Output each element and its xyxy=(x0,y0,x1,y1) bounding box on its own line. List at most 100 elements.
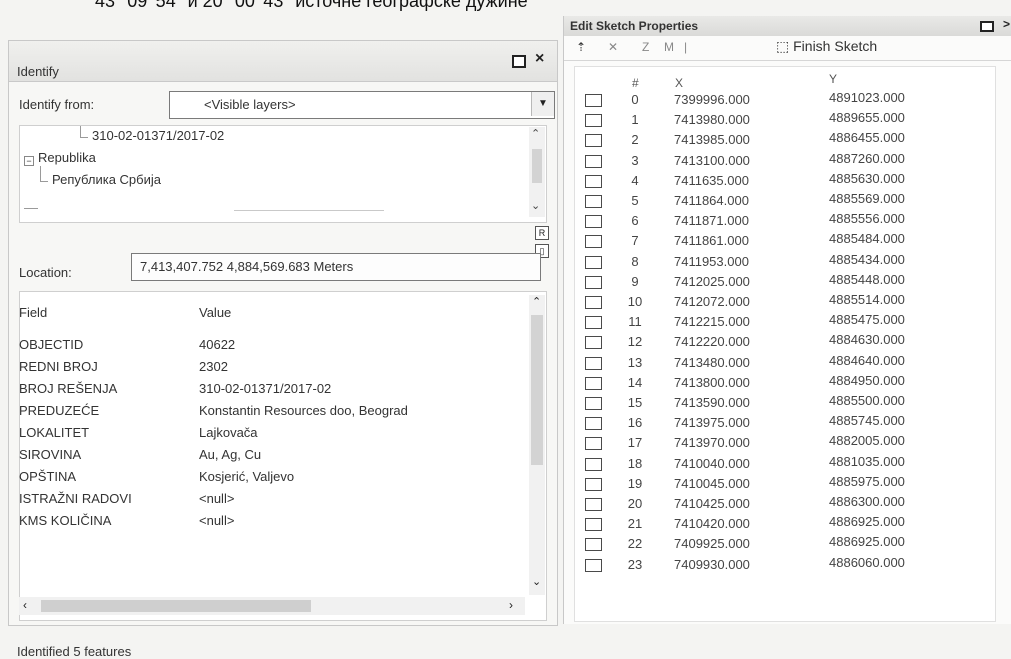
vertex-checkbox[interactable] xyxy=(585,195,602,208)
vertex-y[interactable]: 4886455.000 xyxy=(829,130,905,145)
scroll-right-icon[interactable]: › xyxy=(509,598,513,612)
vertex-y[interactable]: 4885556.000 xyxy=(829,211,905,226)
vertex-checkbox[interactable] xyxy=(585,397,602,410)
tree-item-republic-serbia[interactable]: Република Србија xyxy=(52,172,161,187)
scroll-left-icon[interactable]: ‹ xyxy=(23,598,27,612)
vertex-checkbox[interactable] xyxy=(585,478,602,491)
vertex-y[interactable]: 4886300.000 xyxy=(829,494,905,509)
vertex-y[interactable]: 4885484.000 xyxy=(829,231,905,246)
attribute-field[interactable]: OBJECTID xyxy=(19,337,83,352)
tree-item-permit[interactable]: 310-02-01371/2017-02 xyxy=(92,128,224,143)
attribute-value[interactable]: Au, Ag, Cu xyxy=(199,447,261,462)
vertex-checkbox[interactable] xyxy=(585,417,602,430)
vertex-y[interactable]: 4881035.000 xyxy=(829,454,905,469)
vertex-x[interactable]: 7411864.000 xyxy=(674,193,749,208)
vertex-checkbox[interactable] xyxy=(585,114,602,127)
vertex-y[interactable]: 4884640.000 xyxy=(829,353,905,368)
vertex-y[interactable]: 4882005.000 xyxy=(829,433,905,448)
vertex-x[interactable]: 7413975.000 xyxy=(674,415,750,430)
scroll-up-icon[interactable]: ⌃ xyxy=(532,295,541,308)
tree-scroll-thumb[interactable] xyxy=(532,149,542,183)
layer-icon[interactable]: R xyxy=(535,226,549,240)
attribute-value[interactable]: Lajkovača xyxy=(199,425,258,440)
vertex-x[interactable]: 7410420.000 xyxy=(674,516,750,531)
vertex-x[interactable]: 7413800.000 xyxy=(674,375,750,390)
tree-item-republika[interactable]: Republika xyxy=(38,150,96,165)
vertex-y[interactable]: 4885448.000 xyxy=(829,272,905,287)
vertex-x[interactable]: 7412025.000 xyxy=(674,274,750,289)
vertex-x[interactable]: 7411635.000 xyxy=(674,173,749,188)
attributes-vertical-scrollbar[interactable]: ⌃ ⌄ xyxy=(529,295,545,595)
vertex-y[interactable]: 4885514.000 xyxy=(829,292,905,307)
vertex-y[interactable]: 4884630.000 xyxy=(829,332,905,347)
vertex-checkbox[interactable] xyxy=(585,215,602,228)
attribute-field[interactable]: OPŠTINA xyxy=(19,469,76,484)
maximize-icon[interactable] xyxy=(512,55,526,68)
vertex-y[interactable]: 4884950.000 xyxy=(829,373,905,388)
vertex-y[interactable]: 4885475.000 xyxy=(829,312,905,327)
vertex-x[interactable]: 7411953.000 xyxy=(674,254,749,269)
scroll-down-icon[interactable]: ⌄ xyxy=(532,575,541,588)
finish-sketch-button[interactable]: ⬚ Finish Sketch xyxy=(776,38,877,55)
maximize-icon[interactable] xyxy=(980,21,994,32)
attribute-field[interactable]: LOKALITET xyxy=(19,425,89,440)
dropdown-arrow-icon[interactable]: ▼ xyxy=(531,92,554,116)
vertex-y[interactable]: 4885569.000 xyxy=(829,191,905,206)
vertex-checkbox[interactable] xyxy=(585,336,602,349)
vertex-x[interactable]: 7411861.000 xyxy=(674,233,749,248)
vertex-x[interactable]: 7409925.000 xyxy=(674,536,750,551)
attribute-field[interactable]: REDNI BROJ xyxy=(19,359,98,374)
vertex-x[interactable]: 7410045.000 xyxy=(674,476,750,491)
vertex-y[interactable]: 4885745.000 xyxy=(829,413,905,428)
vertex-y[interactable]: 4885500.000 xyxy=(829,393,905,408)
vertex-checkbox[interactable] xyxy=(585,134,602,147)
m-value-icon[interactable]: M xyxy=(664,40,674,54)
vertex-y[interactable]: 4886925.000 xyxy=(829,514,905,529)
z-value-icon[interactable]: Z xyxy=(642,40,649,54)
vertex-x[interactable]: 7412220.000 xyxy=(674,334,750,349)
vertex-y[interactable]: 4885434.000 xyxy=(829,252,905,267)
attributes-horizontal-scrollbar[interactable]: ‹ › xyxy=(19,597,525,615)
vertex-y[interactable]: 4886060.000 xyxy=(829,555,905,570)
insert-vertex-icon[interactable]: ⇡ xyxy=(576,40,586,54)
vertex-x[interactable]: 7399996.000 xyxy=(674,92,750,107)
vertex-x[interactable]: 7413100.000 xyxy=(674,153,750,168)
collapse-icon[interactable]: − xyxy=(24,156,34,166)
attributes-scroll-thumb[interactable] xyxy=(531,315,543,465)
vertex-checkbox[interactable] xyxy=(585,175,602,188)
attribute-field[interactable]: ISTRAŽNI RADOVI xyxy=(19,491,132,506)
vertex-x[interactable]: 7413980.000 xyxy=(674,112,750,127)
attribute-value[interactable]: Kosjerić, Valjevo xyxy=(199,469,294,484)
vertex-y[interactable]: 4885975.000 xyxy=(829,474,905,489)
identify-from-select[interactable]: <Visible layers> ▼ xyxy=(169,91,555,119)
attribute-field[interactable]: BROJ REŠENJA xyxy=(19,381,117,396)
vertex-checkbox[interactable] xyxy=(585,256,602,269)
attribute-value[interactable]: Konstantin Resources doo, Beograd xyxy=(199,403,408,418)
vertex-checkbox[interactable] xyxy=(585,458,602,471)
vertex-y[interactable]: 4889655.000 xyxy=(829,110,905,125)
vertex-y[interactable]: 4887260.000 xyxy=(829,151,905,166)
scroll-up-icon[interactable]: ⌃ xyxy=(531,127,540,140)
vertex-checkbox[interactable] xyxy=(585,94,602,107)
vertex-checkbox[interactable] xyxy=(585,276,602,289)
vertex-checkbox[interactable] xyxy=(585,518,602,531)
vertex-checkbox[interactable] xyxy=(585,498,602,511)
vertex-checkbox[interactable] xyxy=(585,316,602,329)
attribute-value[interactable]: <null> xyxy=(199,513,234,528)
vertex-checkbox[interactable] xyxy=(585,559,602,572)
vertex-x[interactable]: 7412072.000 xyxy=(674,294,750,309)
attribute-value[interactable]: 2302 xyxy=(199,359,228,374)
attribute-value[interactable]: 310-02-01371/2017-02 xyxy=(199,381,331,396)
vertex-y[interactable]: 4886925.000 xyxy=(829,534,905,549)
attribute-field[interactable]: SIROVINA xyxy=(19,447,81,462)
vertex-checkbox[interactable] xyxy=(585,377,602,390)
attribute-field[interactable]: PREDUZEĆE xyxy=(19,403,99,418)
attribute-field[interactable]: KMS KOLIČINA xyxy=(19,513,111,528)
vertex-checkbox[interactable] xyxy=(585,155,602,168)
vertex-x[interactable]: 7413970.000 xyxy=(674,435,750,450)
vertex-y[interactable]: 4885630.000 xyxy=(829,171,905,186)
vertex-x[interactable]: 7410040.000 xyxy=(674,456,750,471)
attributes-hscroll-thumb[interactable] xyxy=(41,600,311,612)
close-icon[interactable]: × xyxy=(535,50,544,68)
vertex-y[interactable]: 4891023.000 xyxy=(829,90,905,105)
